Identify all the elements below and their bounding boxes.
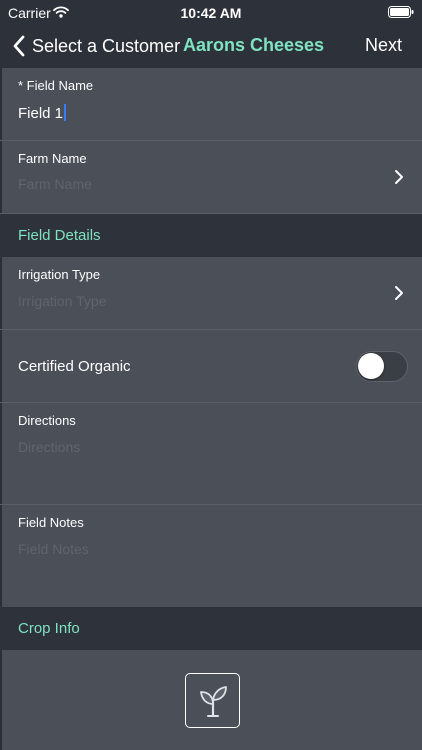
chevron-right-icon [395,286,403,300]
directions-placeholder: Directions [18,439,81,455]
plant-sprout-icon [200,686,227,718]
screen: Carrier 10:42 AM Select a Customer Aaron… [0,0,422,750]
field-notes-row[interactable]: Field Notes Field Notes [0,505,422,607]
toggle-knob [358,353,384,379]
farm-name-label: Farm Name [18,151,87,166]
chevron-left-icon [13,35,25,57]
chevron-right-icon [395,170,403,184]
farm-name-row[interactable]: Farm Name Farm Name [0,141,422,214]
status-time: 10:42 AM [180,5,242,21]
crop-info-title: Crop Info [18,620,80,637]
back-button-label: Select a Customer [32,35,181,56]
nav-title: Aarons Cheeses [183,35,325,55]
directions-label: Directions [18,413,76,428]
battery-icon [388,6,414,18]
back-button[interactable]: Select a Customer [12,33,180,59]
header: Carrier 10:42 AM Select a Customer Aaron… [0,0,422,68]
certified-organic-row: Certified Organic [0,330,422,403]
field-details-title: Field Details [18,227,101,244]
field-notes-label: Field Notes [18,515,84,530]
certified-organic-toggle[interactable] [356,351,408,382]
field-name-input[interactable]: Field 1 [18,104,67,122]
add-crop-button[interactable] [185,673,240,728]
field-name-label: * Field Name [18,78,94,93]
status-bar: Carrier 10:42 AM [0,0,422,24]
directions-row[interactable]: Directions Directions [0,403,422,505]
field-name-row[interactable]: * Field Name Field 1 [0,68,422,141]
farm-name-placeholder: Farm Name [18,176,92,192]
irrigation-type-placeholder: Irrigation Type [18,293,107,309]
field-details-section-header: Field Details [0,214,422,257]
crop-info-section-header: Crop Info [0,607,422,650]
navigation-bar: Select a Customer Aarons Cheeses Next [0,24,422,68]
text-cursor [64,104,67,121]
crop-info-area [0,649,422,750]
field-name-value: Field 1 [18,105,64,122]
field-notes-placeholder: Field Notes [18,541,89,557]
irrigation-type-row[interactable]: Irrigation Type Irrigation Type [0,257,422,330]
next-button[interactable]: Next [365,35,402,56]
irrigation-type-label: Irrigation Type [18,267,101,282]
certified-organic-label: Certified Organic [18,358,131,375]
